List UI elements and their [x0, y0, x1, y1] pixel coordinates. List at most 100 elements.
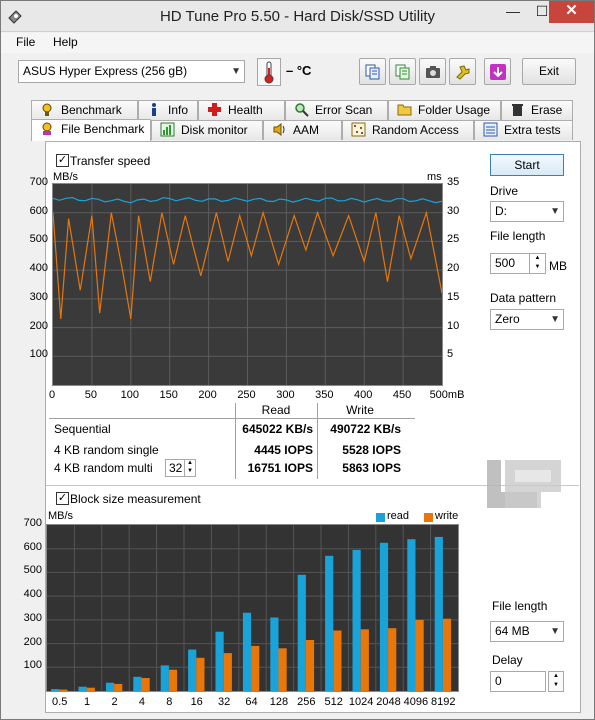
y-axis-tick: 300 — [29, 290, 48, 303]
ms-axis-tick: 30 — [447, 204, 460, 217]
minimize-button[interactable]: — — [498, 1, 528, 23]
tab-health[interactable]: Health — [198, 100, 285, 120]
write-bar — [442, 618, 452, 691]
write-bar — [415, 619, 424, 691]
speaker-icon — [273, 123, 285, 136]
stepper-up-icon[interactable]: ▲ — [184, 460, 195, 468]
data-pattern-select[interactable]: Zero ▼ — [490, 309, 564, 330]
copy-text-icon — [365, 64, 380, 80]
sequential-write-value: 490722 KB/s — [330, 422, 401, 436]
copy-text-button[interactable] — [359, 58, 386, 85]
read-bar — [215, 631, 224, 691]
y-axis-tick: 400 — [29, 262, 48, 275]
close-button[interactable]: ✕ — [549, 1, 594, 23]
options-button[interactable] — [449, 58, 476, 85]
transfer-speed-graph — [52, 183, 443, 386]
drive-select-value: ASUS Hyper Express (256 gB) — [23, 64, 188, 78]
mbs-unit-label: MB/s — [53, 171, 79, 183]
random-multi-read-value: 16751 IOPS — [247, 461, 313, 475]
read-bar — [297, 574, 306, 691]
tab-aam[interactable]: AAM — [263, 120, 342, 140]
tab-error-scan[interactable]: Error Scan — [285, 100, 388, 120]
stepper-down-icon[interactable]: ▼ — [530, 263, 545, 272]
read-bar — [188, 649, 197, 691]
drive-letter-select[interactable]: D: ▼ — [490, 201, 564, 222]
ms-axis-tick: 10 — [447, 319, 460, 332]
exit-button[interactable]: Exit — [522, 58, 576, 85]
write-bar — [223, 653, 232, 691]
write-bar — [360, 629, 369, 691]
drive-letter-value: D: — [495, 204, 507, 218]
copy-info-button[interactable] — [389, 58, 416, 85]
transfer-speed-checkbox[interactable]: ✓ — [56, 154, 69, 167]
block-file-length-select[interactable]: 64 MB ▼ — [490, 621, 564, 642]
delay-stepper[interactable]: ▲ ▼ — [548, 671, 564, 692]
temperature-value: – °C — [286, 63, 312, 78]
tab-info[interactable]: Info — [138, 100, 198, 120]
stepper-up-icon[interactable]: ▲ — [530, 254, 545, 263]
menu-bar: File Help — [1, 33, 594, 53]
file-length-stepper[interactable]: ▲ ▼ — [529, 254, 545, 273]
read-bar — [407, 539, 416, 691]
stepper-down-icon[interactable]: ▼ — [184, 468, 195, 476]
block-y-axis-tick: 400 — [23, 588, 42, 601]
delay-input[interactable]: 0 — [490, 671, 546, 692]
data-pattern-label: Data pattern — [490, 291, 557, 305]
x-axis-tick: 100 — [120, 389, 139, 401]
ms-unit-label: ms — [427, 171, 442, 183]
data-pattern-value: Zero — [495, 312, 520, 326]
toolbar: ASUS Hyper Express (256 gB) ▼ – °C Exit — [1, 53, 594, 93]
queue-depth-stepper[interactable]: 32 ▲ ▼ — [165, 459, 196, 477]
tab-erase[interactable]: Erase — [501, 100, 573, 120]
y-axis-tick: 500 — [29, 233, 48, 246]
block-size-graph — [46, 524, 459, 692]
tab-folder-usage[interactable]: Folder Usage — [388, 100, 501, 120]
legend-write-swatch — [424, 513, 433, 522]
menu-help[interactable]: Help — [53, 35, 78, 49]
write-bar — [86, 687, 95, 691]
tab-random-access[interactable]: Random Access — [342, 120, 474, 140]
menu-file[interactable]: File — [16, 35, 35, 49]
block-size-checkbox[interactable]: ✓ — [56, 492, 69, 505]
tab-extra-tests[interactable]: Extra tests — [474, 120, 573, 140]
start-button[interactable]: Start — [490, 154, 564, 176]
drive-select[interactable]: ASUS Hyper Express (256 gB) ▼ — [18, 60, 245, 83]
transfer-speed-label: Transfer speed — [70, 154, 151, 168]
tab-disk-monitor[interactable]: Disk monitor — [151, 120, 263, 140]
temperature-button[interactable] — [257, 58, 281, 86]
y-axis-tick: 200 — [29, 319, 48, 332]
random-multi-label: 4 KB random multi — [54, 461, 153, 475]
chevron-down-icon: ▼ — [550, 626, 560, 637]
y-axis-tick: 100 — [29, 348, 48, 361]
transfer-speed-chart — [52, 184, 443, 385]
write-bar — [305, 640, 315, 691]
x-axis-tick: 200 — [198, 389, 217, 401]
block-x-axis-tick: 8192 — [431, 696, 456, 708]
tab-file-benchmark[interactable]: File Benchmark — [31, 119, 151, 141]
extra-tests-icon — [483, 122, 498, 137]
stepper-up-icon[interactable]: ▲ — [549, 672, 563, 681]
y-axis-tick: 700 — [29, 176, 48, 188]
write-bar — [278, 648, 287, 691]
block-y-axis-tick: 600 — [23, 540, 42, 553]
x-axis-tick: 450 — [392, 389, 412, 401]
save-button[interactable] — [484, 58, 511, 85]
block-file-length-value: 64 MB — [495, 624, 530, 638]
write-bar — [388, 628, 397, 691]
write-bar — [196, 657, 205, 691]
x-axis-tick: 0 — [48, 389, 56, 401]
read-bar — [105, 682, 115, 691]
results-vline — [317, 403, 318, 479]
stepper-down-icon[interactable]: ▼ — [549, 681, 563, 690]
read-bar — [242, 612, 252, 691]
screenshot-button[interactable] — [419, 58, 446, 85]
tab-benchmark[interactable]: Benchmark — [31, 100, 138, 120]
info-icon — [152, 103, 156, 116]
chevron-down-icon: ▼ — [231, 66, 241, 77]
title-bar[interactable]: HD Tune Pro 5.50 - Hard Disk/SSD Utility… — [1, 1, 594, 32]
write-bar — [333, 630, 342, 691]
write-column-header: Write — [346, 403, 374, 417]
camera-icon — [426, 66, 440, 78]
legit-reviews-logo — [487, 460, 561, 508]
read-bar — [160, 665, 169, 691]
